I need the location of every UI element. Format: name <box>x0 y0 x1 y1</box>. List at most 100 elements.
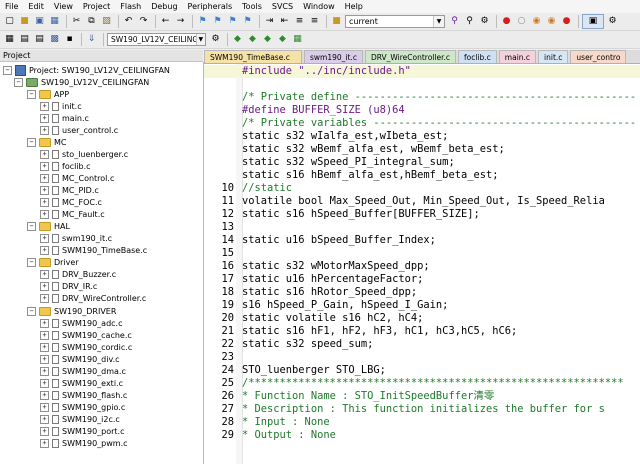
tree-file[interactable]: + SWM190_dma.c <box>40 365 126 377</box>
expand-icon[interactable]: + <box>40 330 49 340</box>
expand-icon[interactable]: + <box>40 439 49 449</box>
copy-icon[interactable]: ⧉ <box>85 15 98 28</box>
expand-icon[interactable]: + <box>40 125 49 135</box>
step-icon[interactable]: ◉ <box>530 15 543 28</box>
tree-file[interactable]: + SWM190_flash.c <box>40 389 127 401</box>
breakpoint-icon[interactable]: ● <box>560 15 573 28</box>
tree-file[interactable]: + sto_luenberger.c <box>40 148 128 160</box>
rebuild-icon[interactable]: ▤ <box>33 33 46 46</box>
menu-item-help[interactable]: Help <box>340 0 368 13</box>
tree-file[interactable]: + SWM190_adc.c <box>40 317 122 329</box>
incremental-find-icon[interactable]: ⚲ <box>463 15 476 28</box>
expand-icon[interactable]: + <box>40 414 49 424</box>
prev-bookmark-icon[interactable]: ⚑ <box>211 15 224 28</box>
open-folder-icon[interactable]: ■ <box>18 15 31 28</box>
menu-item-svcs[interactable]: SVCS <box>267 0 298 13</box>
code-editor[interactable]: #include "../inc/include.h" /* Private de… <box>204 64 640 464</box>
tree-file[interactable]: + user_control.c <box>40 124 118 136</box>
expand-icon[interactable]: + <box>40 101 49 111</box>
save-icon[interactable]: ▣ <box>33 15 46 28</box>
tree-group-sw190-driver[interactable]: − SW190_DRIVER <box>27 305 116 317</box>
tree-file[interactable]: + init.c <box>40 100 82 112</box>
collapse-icon[interactable]: − <box>27 306 36 316</box>
collapse-icon[interactable]: − <box>14 77 23 87</box>
editor-tab[interactable]: init.c <box>538 50 569 63</box>
tree-file[interactable]: + SWM190_cache.c <box>40 329 132 341</box>
expand-icon[interactable]: + <box>40 282 49 292</box>
build-icon[interactable]: ▤ <box>18 33 31 46</box>
configure-icon[interactable]: ⚙ <box>606 15 619 28</box>
tree-file[interactable]: + DRV_IR.c <box>40 281 97 293</box>
expand-icon[interactable]: + <box>40 294 49 304</box>
batch-build-icon[interactable]: ▩ <box>48 33 61 46</box>
menu-item-debug[interactable]: Debug <box>146 0 182 13</box>
editor-tab[interactable]: swm190_it.c <box>304 50 363 63</box>
target-options-icon[interactable]: ⚙ <box>209 33 222 46</box>
tree-group-hal[interactable]: − HAL <box>27 221 70 233</box>
collapse-icon[interactable]: − <box>27 258 36 268</box>
clear-bookmarks-icon[interactable]: ⚑ <box>241 15 254 28</box>
comment-icon[interactable]: ≡ <box>293 15 306 28</box>
menu-item-file[interactable]: File <box>0 0 23 13</box>
manage-runtime-icon[interactable]: ◆ <box>246 33 259 46</box>
editor-tab[interactable]: user_contro <box>570 50 627 63</box>
expand-icon[interactable]: + <box>40 378 49 388</box>
menu-item-window[interactable]: Window <box>298 0 340 13</box>
chevron-down-icon[interactable]: ▼ <box>433 16 444 27</box>
expand-icon[interactable]: + <box>40 318 49 328</box>
expand-icon[interactable]: + <box>40 149 49 159</box>
find-in-files-icon[interactable]: ■ <box>330 15 343 28</box>
download-icon[interactable]: ⇓ <box>85 33 98 46</box>
expand-icon[interactable]: + <box>40 270 49 280</box>
expand-icon[interactable]: + <box>40 390 49 400</box>
tree-file[interactable]: + SWM190_gpio.c <box>40 401 125 413</box>
tree-file[interactable]: + SWM190_exti.c <box>40 377 123 389</box>
file-extensions-icon[interactable]: ▦ <box>291 33 304 46</box>
cut-icon[interactable]: ✂ <box>70 15 83 28</box>
translate-icon[interactable]: ▦ <box>3 33 16 46</box>
tree-file[interactable]: + MC_Control.c <box>40 172 114 184</box>
chevron-down-icon[interactable]: ▼ <box>195 34 205 45</box>
tree-target[interactable]: − SW190_LV12V_CEILINGFAN <box>14 76 149 88</box>
manage-components-icon[interactable]: ◆ <box>231 33 244 46</box>
find-icon[interactable]: ⚲ <box>448 15 461 28</box>
editor-tab[interactable]: DRV_WireController.c <box>364 50 456 63</box>
tree-file[interactable]: + main.c <box>40 112 89 124</box>
save-all-icon[interactable]: ▦ <box>48 15 61 28</box>
run-icon[interactable]: ○ <box>515 15 528 28</box>
editor-tab[interactable]: foclib.c <box>458 50 497 63</box>
tree-file[interactable]: + MC_FOC.c <box>40 197 102 209</box>
tree-group-app[interactable]: − APP <box>27 88 69 100</box>
expand-icon[interactable]: + <box>40 354 49 364</box>
navigate-back-icon[interactable]: ← <box>159 15 172 28</box>
window-layout-icon[interactable]: ▣ <box>582 14 604 29</box>
menu-item-flash[interactable]: Flash <box>115 0 146 13</box>
menu-item-project[interactable]: Project <box>78 0 115 13</box>
tree-group-mc[interactable]: − MC <box>27 136 67 148</box>
unindent-icon[interactable]: ⇤ <box>278 15 291 28</box>
editor-tab[interactable]: SWM190_TimeBase.c <box>204 50 302 63</box>
expand-icon[interactable]: + <box>40 113 49 123</box>
expand-icon[interactable]: + <box>40 210 49 220</box>
uncomment-icon[interactable]: ≡ <box>308 15 321 28</box>
expand-icon[interactable]: + <box>40 366 49 376</box>
select-software-packs-icon[interactable]: ◆ <box>276 33 289 46</box>
tree-file[interactable]: + SWM190_div.c <box>40 353 120 365</box>
find-references-icon[interactable]: ⚙ <box>478 15 491 28</box>
project-tree[interactable]: − Project: SW190_LV12V_CEILINGFAN − SW190_L… <box>0 62 204 464</box>
indent-icon[interactable]: ⇥ <box>263 15 276 28</box>
debug-start-icon[interactable]: ● <box>500 15 513 28</box>
expand-icon[interactable]: + <box>40 234 49 244</box>
target-select[interactable]: SW190_LV12V_CEILINGFAN ▼ <box>107 33 206 46</box>
tree-file[interactable]: + swm190_it.c <box>40 233 112 245</box>
tree-file[interactable]: + SWM190_i2c.c <box>40 413 120 425</box>
navigate-forward-icon[interactable]: → <box>174 15 187 28</box>
find-combo[interactable]: current ▼ <box>345 15 445 28</box>
menu-item-edit[interactable]: Edit <box>23 0 49 13</box>
menu-item-view[interactable]: View <box>49 0 78 13</box>
new-file-icon[interactable]: ▢ <box>3 15 16 28</box>
editor-tab[interactable]: main.c <box>498 50 537 63</box>
expand-icon[interactable]: + <box>40 161 49 171</box>
tree-file[interactable]: + DRV_Buzzer.c <box>40 269 116 281</box>
menu-item-peripherals[interactable]: Peripherals <box>183 0 238 13</box>
